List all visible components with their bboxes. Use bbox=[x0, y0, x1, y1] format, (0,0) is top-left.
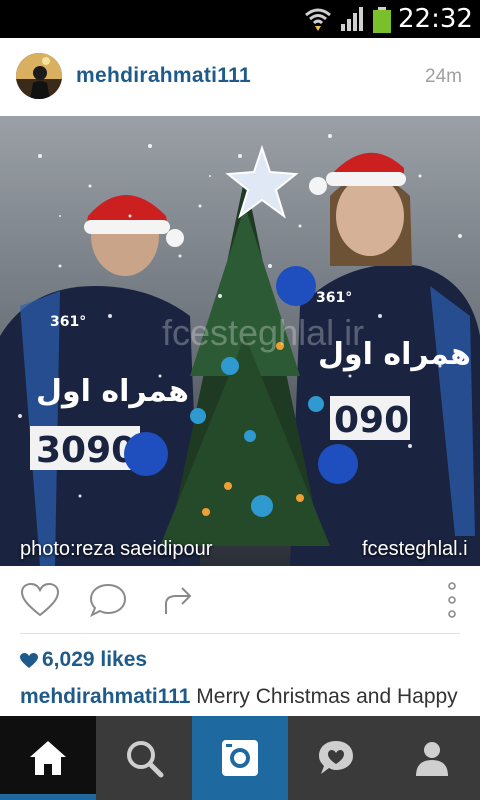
post-photo[interactable]: 3090 همراه اول 361° 090 همراه اول 361° f… bbox=[0, 116, 480, 566]
nav-activity[interactable] bbox=[288, 716, 384, 800]
likes-heart-icon bbox=[20, 653, 38, 668]
nav-search[interactable] bbox=[96, 716, 192, 800]
post-time: 24m bbox=[425, 66, 462, 87]
nav-home[interactable] bbox=[0, 716, 96, 800]
share-icon[interactable] bbox=[158, 582, 198, 618]
clock: 22:32 bbox=[398, 4, 473, 34]
activity-icon bbox=[319, 741, 353, 774]
wifi-icon bbox=[305, 8, 331, 31]
avatar[interactable] bbox=[16, 53, 62, 99]
svg-text:361°: 361° bbox=[50, 314, 86, 330]
post-username[interactable]: mehdirahmati111 bbox=[76, 64, 251, 88]
battery-icon bbox=[373, 7, 391, 33]
svg-text:090: 090 bbox=[334, 400, 409, 441]
avatar-image bbox=[16, 53, 62, 99]
nav-camera[interactable] bbox=[192, 716, 288, 800]
camera-icon bbox=[222, 740, 258, 776]
post-header: mehdirahmati111 24m bbox=[0, 38, 480, 116]
photo-credit: photo:reza saeidipour bbox=[20, 538, 213, 560]
caption: mehdirahmati111 Merry Christmas and Happ… bbox=[20, 684, 470, 710]
profile-icon bbox=[416, 742, 448, 776]
svg-text:361°: 361° bbox=[316, 290, 352, 306]
bottom-nav bbox=[0, 716, 480, 800]
status-bar: 22:32 bbox=[0, 0, 480, 38]
more-icon[interactable] bbox=[432, 582, 472, 618]
divider bbox=[20, 633, 460, 634]
home-icon bbox=[30, 741, 66, 775]
post-actions bbox=[0, 566, 480, 634]
likes-count: 6,029 likes bbox=[42, 648, 148, 671]
comment-icon[interactable] bbox=[88, 582, 128, 618]
caption-username[interactable]: mehdirahmati111 bbox=[20, 685, 190, 708]
photo-watermark: fcesteghlal.ir bbox=[162, 312, 365, 353]
search-icon bbox=[127, 741, 164, 778]
caption-text: Merry Christmas and Happy bbox=[196, 685, 458, 708]
signal-icon bbox=[341, 7, 363, 31]
photo-watermark-corner: fcesteghlal.i bbox=[362, 538, 468, 560]
like-icon[interactable] bbox=[20, 582, 60, 618]
svg-text:3090: 3090 bbox=[36, 430, 136, 471]
nav-profile[interactable] bbox=[384, 716, 480, 800]
svg-text:همراه اول: همراه اول bbox=[36, 374, 189, 409]
